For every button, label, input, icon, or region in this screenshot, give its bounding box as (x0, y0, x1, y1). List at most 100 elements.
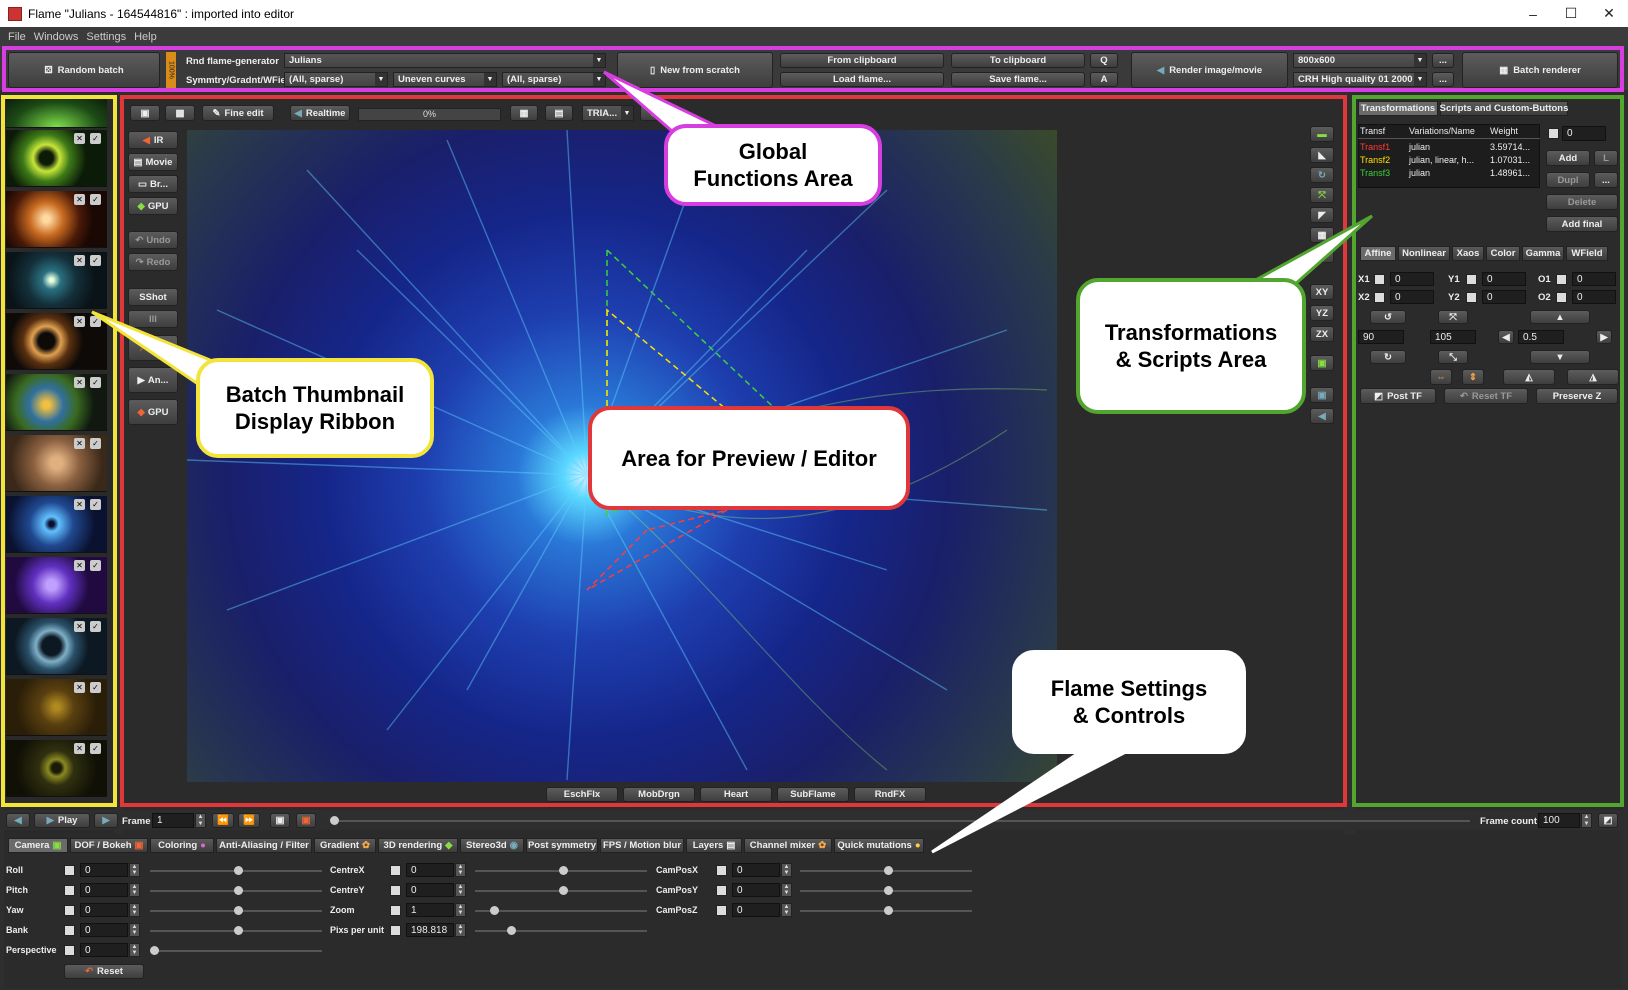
slider-knob[interactable] (884, 906, 893, 915)
table-row[interactable]: Transf1 julian 3.59714... (1358, 141, 1540, 154)
tab-post-symmetry[interactable]: Post symmetry (526, 838, 598, 853)
pixs-per-unit-field[interactable]: 198.818 (406, 923, 454, 937)
o1-field[interactable]: 0 (1572, 272, 1616, 286)
keyframe-button[interactable]: ▣ (296, 813, 316, 828)
checkbox-icon[interactable]: ✓ (90, 377, 101, 388)
tab-fps-motion-blur[interactable]: FPS / Motion blur (600, 838, 684, 853)
wfield-select[interactable]: (All, sparse) ▼ (502, 72, 606, 87)
tab-dof[interactable]: DOF / Bokeh ▣ (70, 838, 148, 853)
grid-icon[interactable]: ▦ (1310, 227, 1334, 243)
centrey-checkbox[interactable] (390, 885, 401, 896)
tab-coloring[interactable]: Coloring ● (150, 838, 214, 853)
xy-button[interactable]: XY (1310, 284, 1334, 300)
x1-checkbox[interactable] (1374, 274, 1385, 285)
checkbox-icon[interactable]: ✓ (90, 194, 101, 205)
slider-knob[interactable] (559, 886, 568, 895)
batch-renderer-button[interactable]: ▦ Batch renderer (1462, 52, 1618, 88)
close-icon[interactable]: ✕ (74, 255, 85, 266)
bank-spinner[interactable]: ▲ ▼ (129, 923, 140, 937)
o1-checkbox[interactable] (1556, 274, 1567, 285)
batch-thumbnail[interactable]: ✕ ✓ (6, 435, 107, 492)
browser-button[interactable]: ▭ Br... (128, 175, 178, 193)
tab-wfield[interactable]: WField (1566, 246, 1608, 261)
move-step-field[interactable]: 0.5 (1518, 330, 1564, 344)
slider-knob[interactable] (884, 886, 893, 895)
centrex-checkbox[interactable] (390, 865, 401, 876)
rndfx-button[interactable]: RndFX (854, 787, 926, 802)
pitch-checkbox[interactable] (64, 885, 75, 896)
batch-thumbnail[interactable]: ✕ ✓ (6, 191, 107, 248)
gradient-select[interactable]: Uneven curves ▼ (393, 72, 497, 87)
ill-button[interactable]: Ill (128, 310, 178, 328)
timeline-settings-button[interactable]: ◩ (1598, 813, 1618, 828)
menu-windows[interactable]: Windows (34, 31, 79, 43)
undo-button[interactable]: ↶ Undo (128, 231, 178, 249)
checkbox-icon[interactable]: ✓ (90, 560, 101, 571)
batch-thumbnail[interactable]: ✕ ✓ (6, 130, 107, 187)
y1-field[interactable]: 0 (1482, 272, 1526, 286)
camposy-field[interactable]: 0 (732, 883, 780, 897)
perspective-field[interactable]: 0 (80, 943, 128, 957)
triangle-mode-select[interactable]: TRIA... ▼ (582, 105, 634, 121)
tab-quick-mutations[interactable]: Quick mutations ● (834, 838, 924, 853)
tab-xaos[interactable]: Xaos (1452, 246, 1484, 261)
tab-3d-rendering[interactable]: 3D rendering ◆ (378, 838, 458, 853)
from-clipboard-button[interactable]: From clipboard (780, 53, 944, 68)
post-tf-button[interactable]: ◩ Post TF (1360, 388, 1436, 404)
save-flame-button[interactable]: Save flame... (951, 72, 1085, 87)
slider-knob[interactable] (490, 906, 499, 915)
checkbox-icon[interactable]: ✓ (90, 133, 101, 144)
tab-nonlinear[interactable]: Nonlinear (1398, 246, 1450, 261)
yaw-spinner[interactable]: ▲ ▼ (129, 903, 140, 917)
x2-checkbox[interactable] (1374, 292, 1385, 303)
grid-toggle-button[interactable]: ▦ (510, 105, 538, 121)
centrex-spinner[interactable]: ▲ ▼ (455, 863, 466, 877)
centrex-slider[interactable] (475, 866, 647, 875)
centrey-slider[interactable] (475, 886, 647, 895)
pointer-icon[interactable]: ◤ (1310, 207, 1334, 223)
editor-tool-2[interactable]: ▩ (165, 105, 195, 121)
o2-checkbox[interactable] (1556, 292, 1567, 303)
roll-slider[interactable] (150, 866, 322, 875)
rotate-angle-field[interactable]: 90 (1358, 330, 1404, 344)
checkbox-icon[interactable]: ✓ (90, 438, 101, 449)
batch-thumbnail[interactable]: ✕ ✓ (6, 374, 107, 431)
close-icon[interactable]: ✕ (74, 499, 85, 510)
a-button[interactable]: A (1090, 72, 1118, 87)
table-row[interactable]: Transf2 julian, linear, h... 1.07031... (1358, 154, 1540, 167)
expand-icon[interactable]: ⤧ (1310, 187, 1334, 203)
maximize-button[interactable]: ☐ (1552, 0, 1590, 27)
menu-help[interactable]: Help (134, 31, 157, 43)
gpu-preview-icon[interactable]: ▣ (1310, 355, 1334, 371)
fine-edit-button[interactable]: ✎ Fine edit (202, 105, 274, 121)
transform-checkbox[interactable] (1548, 128, 1559, 139)
close-icon[interactable]: ✕ (74, 743, 85, 754)
copy-frame-button[interactable]: ▣ (270, 813, 290, 828)
rotate-right-button[interactable]: ↻ (1370, 350, 1406, 364)
timeline-slider[interactable] (330, 816, 1470, 825)
tab-layers[interactable]: Layers ▤ (686, 838, 742, 853)
slider-knob[interactable] (234, 866, 243, 875)
render-image-button[interactable]: ◀ Render image/movie (1131, 52, 1288, 88)
sound-button[interactable]: ♪ So... (128, 335, 178, 361)
image-icon[interactable]: ▣ (1310, 387, 1334, 403)
fast-forward-button[interactable]: ⏩ (238, 813, 260, 828)
movie-button[interactable]: ▤ Movie (128, 153, 178, 171)
preserve-z-button[interactable]: Preserve Z (1536, 388, 1618, 404)
heart-button[interactable]: Heart (700, 787, 772, 802)
shrink-button[interactable]: ⤡ (1438, 350, 1468, 364)
timeline-knob[interactable] (330, 816, 339, 825)
pixs-per-unit-spinner[interactable]: ▲ ▼ (455, 923, 466, 937)
close-icon[interactable]: ✕ (74, 133, 85, 144)
close-icon[interactable]: ✕ (74, 682, 85, 693)
camposz-field[interactable]: 0 (732, 903, 780, 917)
move-right-button[interactable]: ▶ (1596, 330, 1612, 344)
scale-factor-field[interactable]: 105 (1430, 330, 1476, 344)
rewind-button[interactable]: ⏪ (212, 813, 234, 828)
yz-button[interactable]: YZ (1310, 305, 1334, 321)
y1-checkbox[interactable] (1466, 274, 1477, 285)
rnd-generator-select[interactable]: Julians ▼ (284, 53, 606, 68)
preview-tool-2[interactable]: ◣ (1310, 147, 1334, 163)
subflame-button[interactable]: SubFlame (777, 787, 849, 802)
tab-color[interactable]: Color (1486, 246, 1520, 261)
